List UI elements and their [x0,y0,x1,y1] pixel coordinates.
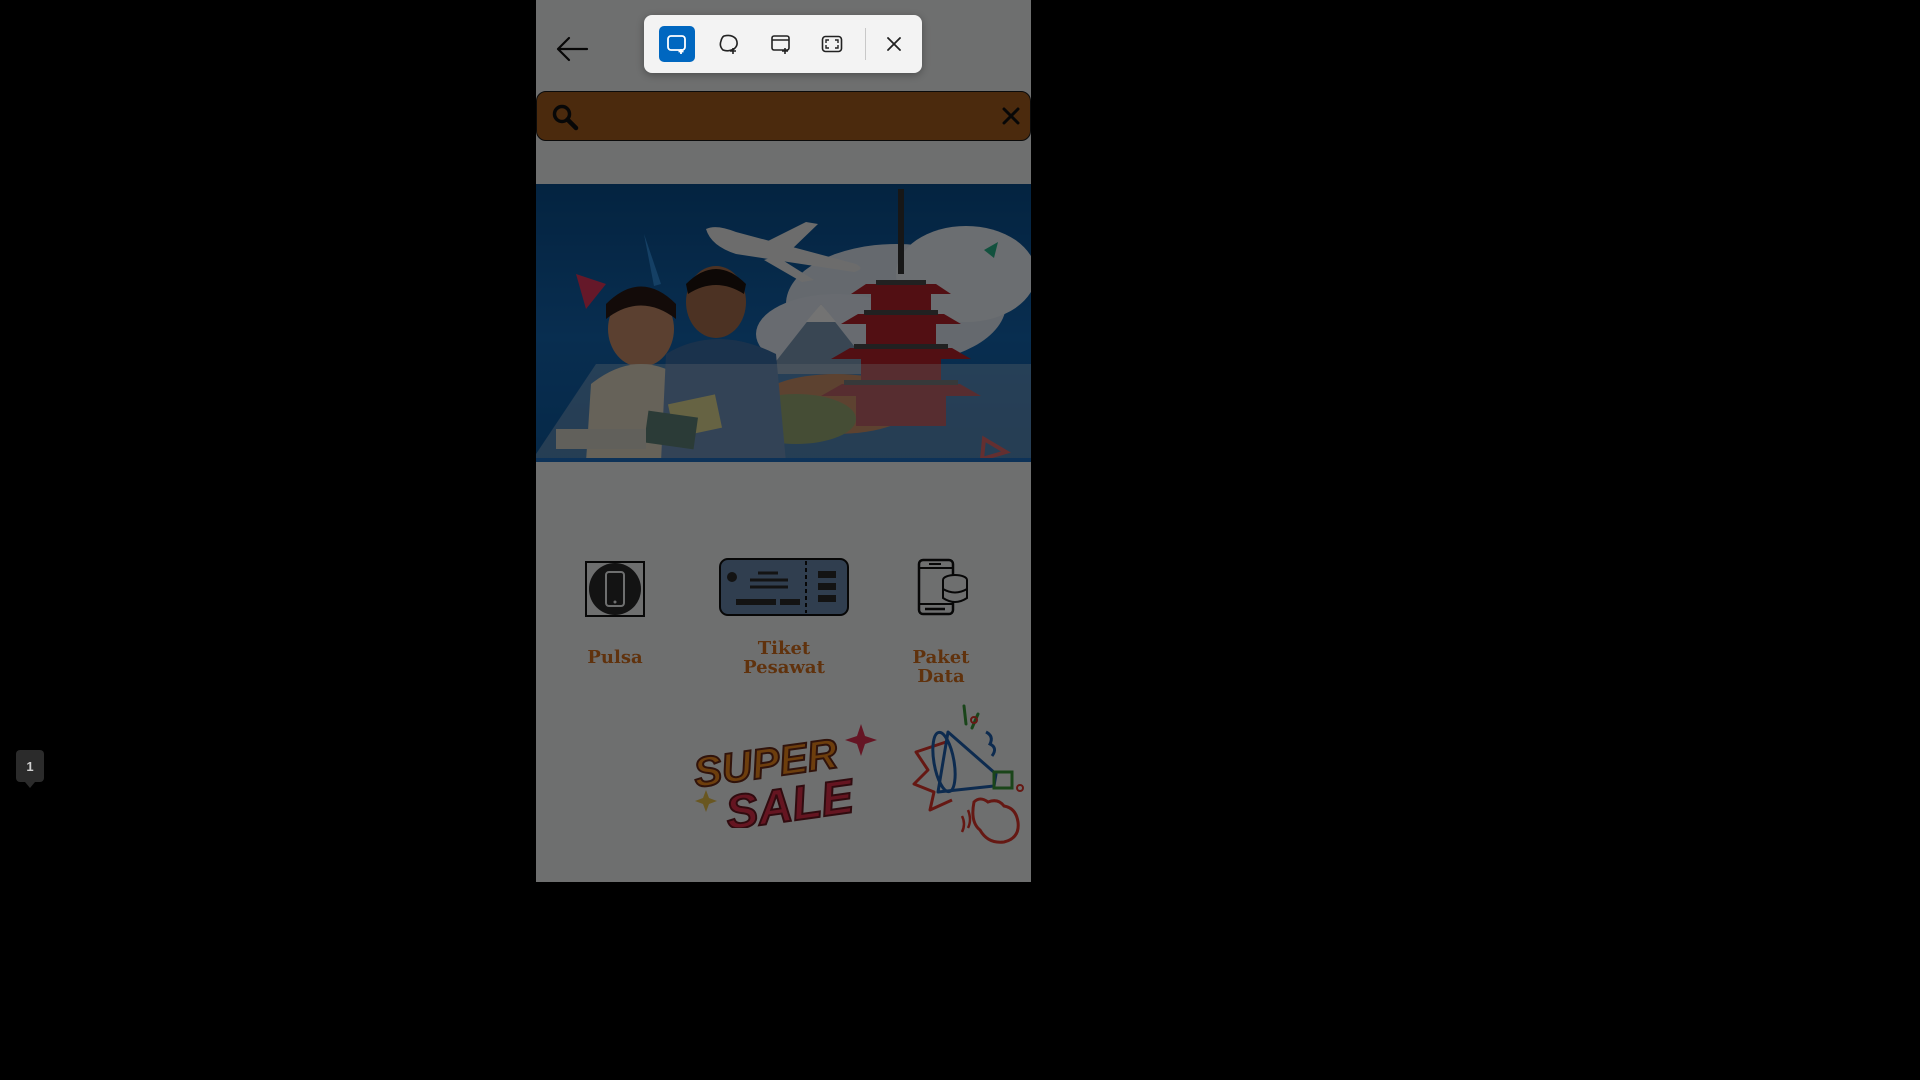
sparkle-icon [845,724,877,756]
snipping-toolbar [644,15,922,73]
menu-label-pesawat: Pesawat [743,657,825,678]
megaphone-icon [912,704,1024,844]
window-snip-icon [771,35,790,54]
freeform-snip-icon [719,34,738,54]
toolbar-divider [865,28,866,60]
back-button[interactable] [554,34,590,64]
fullscreen-snip-icon [821,35,843,53]
menu-label-pulsa: Pulsa [587,647,643,668]
fullscreen-snip-button[interactable] [814,26,850,62]
phone-data-icon [917,558,968,616]
back-arrow-icon [556,36,589,62]
super-sale-graphic: SUPER SALE [690,724,877,842]
menu-label-tiket: Tiket [757,638,811,659]
page-indicator-badge[interactable]: 1 [16,750,44,788]
app-screen: Pulsa Tiket Pesawat Paket Data SUPER SAL… [536,0,1031,882]
menu-item-pulsa[interactable]: Pulsa [572,560,658,667]
phone-icon [585,561,645,617]
menu-item-paket-data[interactable]: Paket Data [886,558,996,686]
freeform-snip-button[interactable] [711,26,747,62]
menu-item-tiket-pesawat[interactable]: Tiket Pesawat [718,557,850,677]
announcement-promo[interactable] [908,702,1031,847]
window-snip-button[interactable] [763,26,799,62]
menu-label-paket-data: Paket Data [912,647,970,687]
promo-banner[interactable] [536,184,1031,462]
travel-banner-image [536,189,1031,462]
clear-search-icon[interactable] [1001,106,1021,126]
super-sale-promo[interactable]: SUPER SALE [686,718,882,842]
rectangle-snip-button[interactable] [659,26,695,62]
search-icon[interactable] [551,103,579,131]
close-icon [887,37,901,51]
search-input[interactable] [591,100,985,134]
ticket-icon [719,558,849,616]
close-snip-button[interactable] [876,26,912,62]
search-bar[interactable] [536,91,1031,141]
rectangle-snip-icon [667,35,686,54]
